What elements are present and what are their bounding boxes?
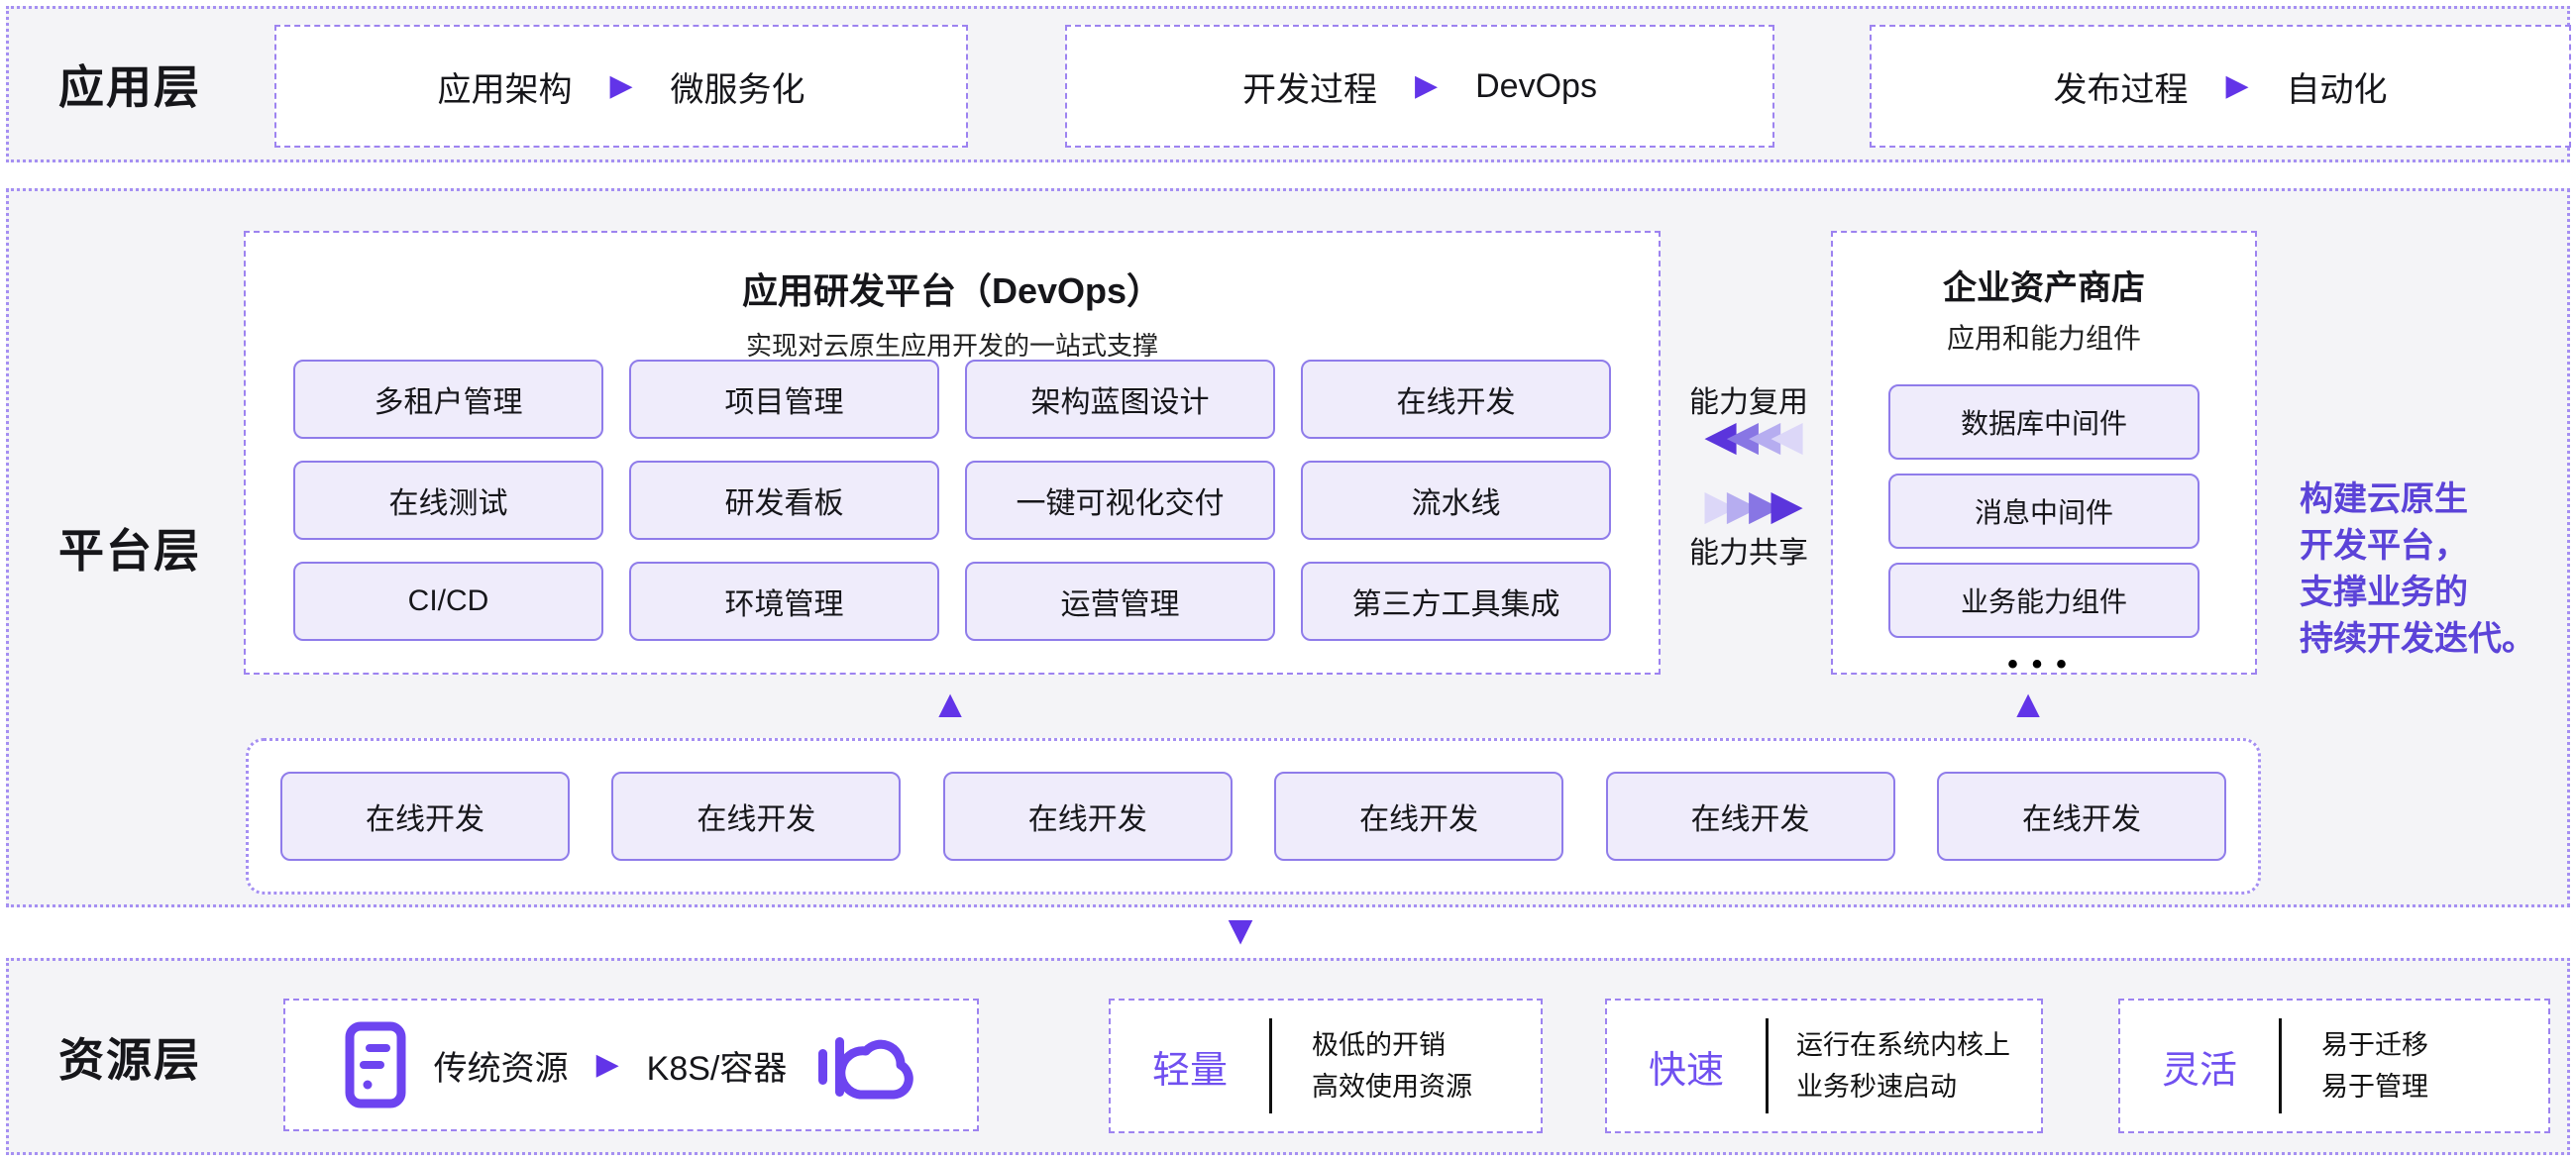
flow-to-label: 自动化 xyxy=(2287,62,2388,111)
runtime-chip: 在线开发 xyxy=(943,772,1233,861)
feature-fast: 快速 运行在系统内核上 业务秒速启动 xyxy=(1605,999,2043,1133)
arrow-left-icon: ◀ xyxy=(1749,412,1771,459)
runtime-chip: 在线开发 xyxy=(611,772,901,861)
capability-share-arrows-icon: ▶▶▶▶ xyxy=(1662,484,1836,526)
slogan-text: 构建云原生 开发平台， 支撑业务的 持续开发迭代。 xyxy=(2300,476,2576,663)
feature-desc: 极低的开销 高效使用资源 xyxy=(1312,1024,1472,1108)
flow-from-label: 发布过程 xyxy=(2053,62,2188,111)
capability-share-label: 能力共享 xyxy=(1662,528,1836,572)
devops-platform-panel: 应用研发平台（DevOps） 实现对云原生应用开发的一站式支撑 多租户管理 项目… xyxy=(244,231,1661,675)
asset-store-title: 企业资产商店 xyxy=(1833,261,2255,309)
arrow-right-icon: ▶ xyxy=(596,1050,619,1080)
slogan-line: 持续开发迭代。 xyxy=(2300,616,2576,663)
capability-chip: 第三方工具集成 xyxy=(1301,562,1611,641)
feature-divider xyxy=(1269,1018,1272,1113)
arrow-up-icon: ▲ xyxy=(2000,685,2056,724)
asset-store-subtitle: 应用和能力组件 xyxy=(1833,317,2255,357)
runtime-chip: 在线开发 xyxy=(1606,772,1895,861)
asset-store-list: 数据库中间件 消息中间件 业务能力组件 xyxy=(1833,384,2255,638)
cloud-container-icon xyxy=(814,1025,917,1105)
arrow-right-icon: ▶ xyxy=(1415,71,1438,101)
app-flow-devprocess: 开发过程 ▶ DevOps xyxy=(1065,25,1774,148)
feature-desc-line: 运行在系统内核上 xyxy=(1796,1024,2010,1066)
devops-panel-subtitle: 实现对云原生应用开发的一站式支撑 xyxy=(246,326,1659,363)
feature-lightweight: 轻量 极低的开销 高效使用资源 xyxy=(1109,999,1543,1133)
flow-from-label: 开发过程 xyxy=(1242,62,1377,111)
capability-chip: 架构蓝图设计 xyxy=(965,360,1275,439)
capability-chip: 多租户管理 xyxy=(293,360,603,439)
capability-chip: 流水线 xyxy=(1301,461,1611,540)
slogan-line: 开发平台， xyxy=(2300,523,2576,570)
feature-desc-line: 易于迁移 xyxy=(2321,1024,2428,1066)
capability-chip: 研发看板 xyxy=(629,461,939,540)
capability-chip: 在线测试 xyxy=(293,461,603,540)
transition-to-label: K8S/容器 xyxy=(647,1041,788,1090)
feature-name: 轻量 xyxy=(1111,1039,1269,1094)
asset-chip: 业务能力组件 xyxy=(1888,563,2200,638)
feature-desc-line: 极低的开销 xyxy=(1312,1024,1472,1066)
feature-flexible: 灵活 易于迁移 易于管理 xyxy=(2118,999,2550,1133)
arrow-right-icon: ▶ xyxy=(609,71,632,101)
capability-chip: 运营管理 xyxy=(965,562,1275,641)
resource-transition-panel: 传统资源 ▶ K8S/容器 xyxy=(283,999,979,1131)
feature-divider xyxy=(1766,1018,1769,1113)
runtime-chip: 在线开发 xyxy=(1937,772,2226,861)
flow-to-label: 微服务化 xyxy=(671,62,805,111)
feature-desc-line: 易于管理 xyxy=(2321,1066,2428,1108)
asset-chip: 数据库中间件 xyxy=(1888,384,2200,460)
runtime-chip: 在线开发 xyxy=(1274,772,1563,861)
feature-name: 灵活 xyxy=(2120,1039,2279,1094)
capability-chip: 项目管理 xyxy=(629,360,939,439)
arrow-right-icon: ▶ xyxy=(2225,71,2248,101)
arrow-right-icon: ▶ xyxy=(1749,481,1771,528)
arrow-down-icon: ▼ xyxy=(1213,909,1268,951)
devops-panel-title: 应用研发平台（DevOps） xyxy=(246,263,1659,314)
capability-chip: 一键可视化交付 xyxy=(965,461,1275,540)
asset-store-panel: 企业资产商店 应用和能力组件 数据库中间件 消息中间件 业务能力组件 ••• xyxy=(1831,231,2257,675)
flow-from-label: 应用架构 xyxy=(437,62,572,111)
arrow-up-icon: ▲ xyxy=(922,685,978,724)
arrow-right-icon: ▶ xyxy=(1771,481,1792,528)
resource-layer-band: 资源层 传统资源 ▶ K8S/容器 轻量 极低的开销 高效使用资源 xyxy=(6,958,2570,1155)
feature-desc: 易于迁移 易于管理 xyxy=(2321,1024,2428,1108)
feature-desc: 运行在系统内核上 业务秒速启动 xyxy=(1796,1024,2010,1108)
capability-reuse-arrows-icon: ◀◀◀◀ xyxy=(1662,415,1836,457)
feature-desc-line: 业务秒速启动 xyxy=(1796,1066,2010,1108)
slogan-line: 支撑业务的 xyxy=(2300,570,2576,616)
feature-divider xyxy=(2279,1018,2282,1113)
capability-chip: CI/CD xyxy=(293,562,603,641)
server-icon xyxy=(345,1021,406,1108)
arrow-right-icon: ▶ xyxy=(1727,481,1749,528)
feature-name: 快速 xyxy=(1607,1039,1766,1094)
capability-chip: 环境管理 xyxy=(629,562,939,641)
runtime-container: 在线开发 在线开发 在线开发 在线开发 在线开发 在线开发 xyxy=(246,738,2261,895)
arrow-left-icon: ◀ xyxy=(1727,412,1749,459)
capability-grid: 多租户管理 项目管理 架构蓝图设计 在线开发 在线测试 研发看板 一键可视化交付… xyxy=(293,360,1611,641)
transition-from-label: 传统资源 xyxy=(434,1041,569,1090)
app-flow-architecture: 应用架构 ▶ 微服务化 xyxy=(274,25,968,148)
arrow-left-icon: ◀ xyxy=(1704,412,1726,459)
capability-chip: 在线开发 xyxy=(1301,360,1611,439)
app-layer-band: 应用层 应用架构 ▶ 微服务化 开发过程 ▶ DevOps 发布过程 ▶ 自动化 xyxy=(6,6,2570,162)
arrow-left-icon: ◀ xyxy=(1771,412,1792,459)
resource-layer-label: 资源层 xyxy=(58,961,201,1152)
platform-layer-label: 平台层 xyxy=(58,191,201,904)
asset-chip: 消息中间件 xyxy=(1888,474,2200,549)
app-flow-release: 发布过程 ▶ 自动化 xyxy=(1870,25,2571,148)
slogan-line: 构建云原生 xyxy=(2300,476,2576,523)
flow-to-label: DevOps xyxy=(1475,67,1597,106)
runtime-chip: 在线开发 xyxy=(280,772,570,861)
feature-desc-line: 高效使用资源 xyxy=(1312,1066,1472,1108)
arrow-right-icon: ▶ xyxy=(1704,481,1726,528)
platform-layer-band: 平台层 应用研发平台（DevOps） 实现对云原生应用开发的一站式支撑 多租户管… xyxy=(6,188,2570,907)
more-dots-icon: ••• xyxy=(1833,648,2255,682)
app-layer-label: 应用层 xyxy=(58,9,201,159)
